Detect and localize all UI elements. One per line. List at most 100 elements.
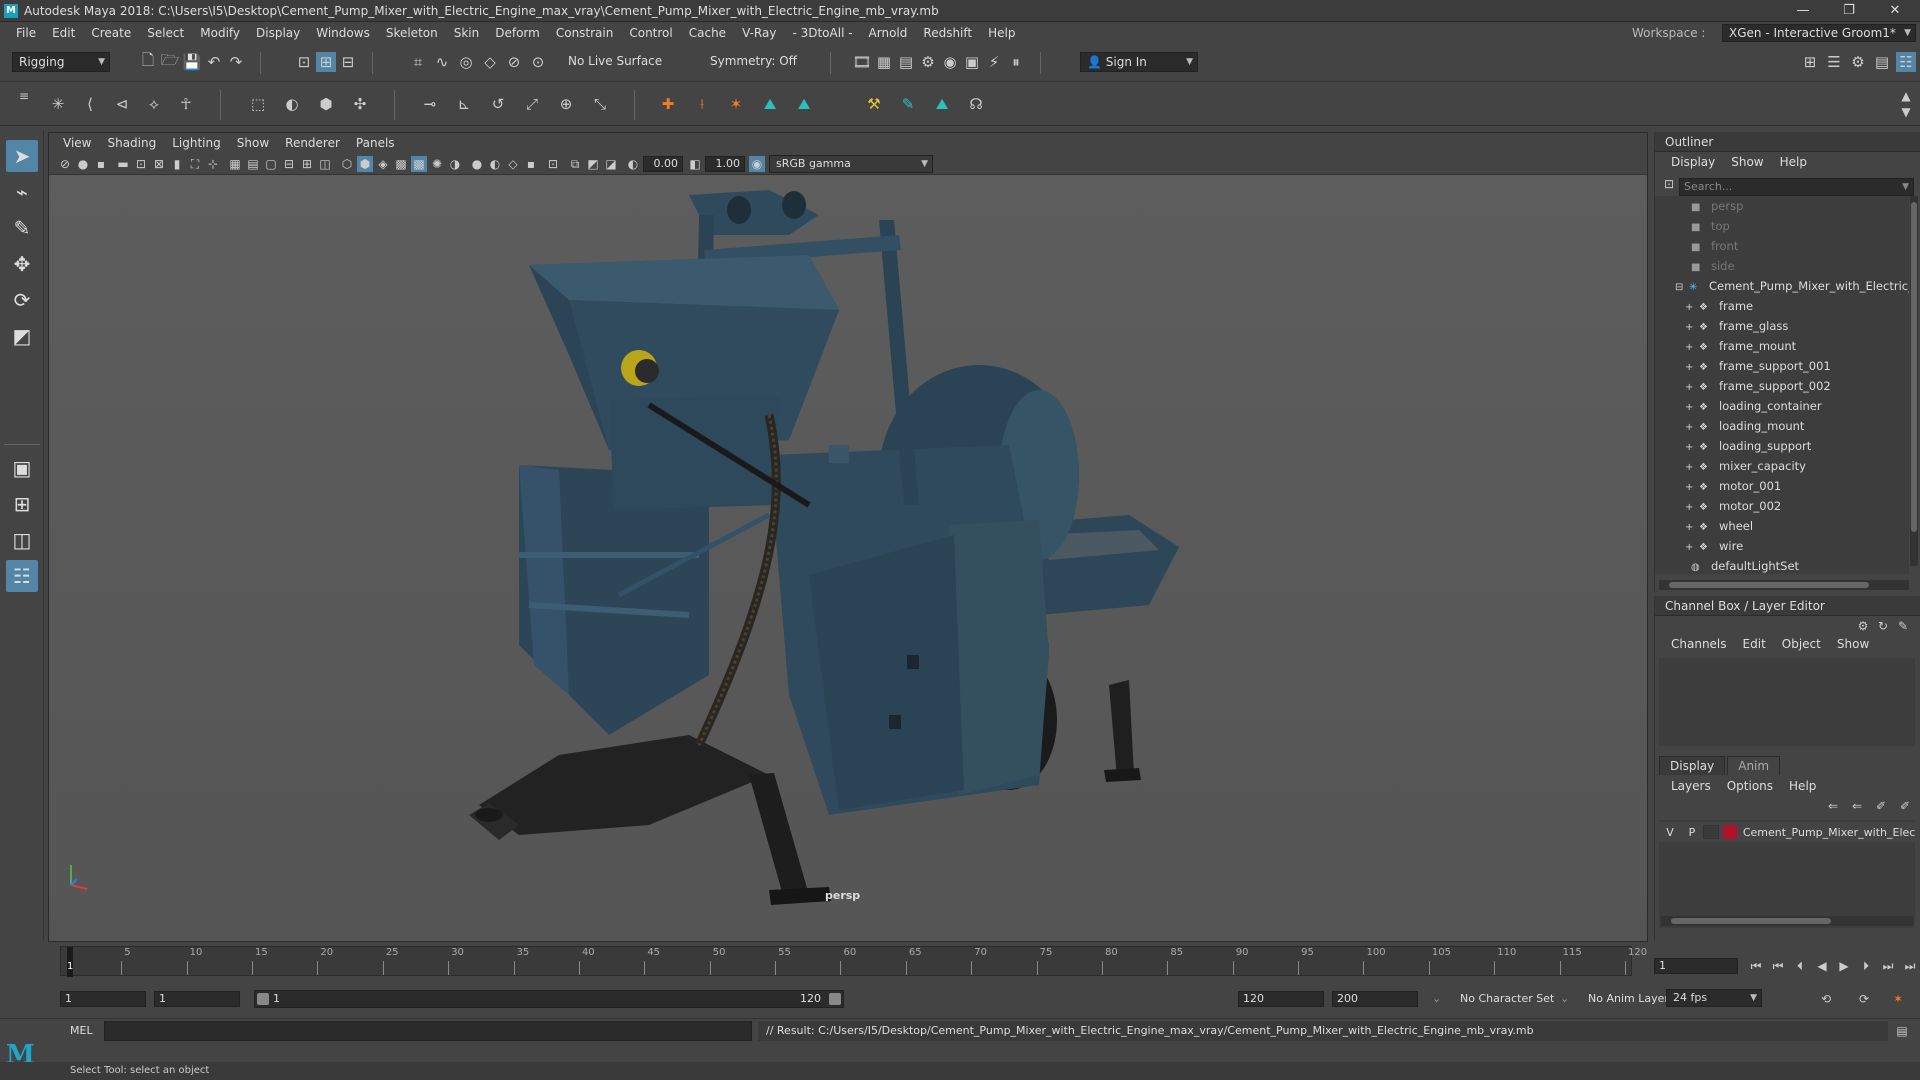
expand-icon[interactable]: +: [1685, 518, 1695, 538]
collapse-icon[interactable]: ⊟: [1675, 278, 1685, 298]
lattice-icon[interactable]: ⬢: [316, 94, 336, 114]
ambient-occlusion-icon[interactable]: ◑: [447, 156, 463, 172]
joint-tool-icon[interactable]: ✳: [48, 94, 68, 114]
paint-select-tool-icon[interactable]: ✎: [6, 212, 38, 244]
vp-menu-shading[interactable]: Shading: [99, 136, 164, 150]
cb-menu-object[interactable]: Object: [1774, 637, 1829, 651]
heads-up-icon[interactable]: ▤: [245, 156, 261, 172]
gate-mask-icon[interactable]: ⊠: [151, 156, 167, 172]
color-management-icon[interactable]: ◉: [749, 156, 765, 172]
save-scene-icon[interactable]: 💾: [182, 52, 202, 72]
paint-weights-icon[interactable]: ◐: [282, 94, 302, 114]
script-editor-icon[interactable]: ▤: [1894, 1023, 1910, 1039]
xray-active-icon[interactable]: ◫: [317, 156, 333, 172]
outliner-menu-show[interactable]: Show: [1723, 155, 1771, 169]
anim-layer-dropdown[interactable]: No Anim Layer: [1588, 992, 1669, 1005]
film-gate-icon[interactable]: ▬: [115, 156, 131, 172]
lasso-tool-icon[interactable]: ⌁: [6, 176, 38, 208]
channel-box-refresh-icon[interactable]: ↻: [1875, 618, 1891, 634]
scrollbar-thumb[interactable]: [1669, 582, 1869, 588]
outliner-item-loading-container[interactable]: + ❖ loading_container: [1685, 396, 1822, 416]
shadows-icon[interactable]: ✺: [429, 156, 445, 172]
exposure-field[interactable]: 0.00: [643, 156, 683, 172]
select-object-icon[interactable]: ⊞: [316, 52, 336, 72]
select-hierarchy-icon[interactable]: ⊡: [294, 52, 314, 72]
outliner-item-frame-mount[interactable]: + ❖ frame_mount: [1685, 336, 1796, 356]
shelf-scroll-down-icon[interactable]: ▼: [1898, 104, 1914, 120]
blend-shape-icon[interactable]: ⚒: [864, 94, 884, 114]
menu-file[interactable]: File: [8, 26, 44, 40]
animation-preferences-icon[interactable]: ✶: [1890, 991, 1906, 1007]
step-back-key-icon[interactable]: ⏮: [1770, 958, 1786, 974]
resolution-gate-icon[interactable]: ⊡: [133, 156, 149, 172]
outliner-item-wire[interactable]: + ❖ wire: [1685, 536, 1743, 556]
safe-title-icon[interactable]: ⊹: [205, 156, 221, 172]
outliner-filter-icon[interactable]: ⊡: [1661, 176, 1677, 192]
smooth-shade-icon[interactable]: ⬢: [357, 156, 373, 172]
render-view-icon[interactable]: ▦: [874, 52, 894, 72]
parent-constraint-icon[interactable]: ⊕: [556, 94, 576, 114]
shelf-menu-icon[interactable]: ≡: [16, 88, 32, 104]
orient-constraint-icon[interactable]: ↺: [488, 94, 508, 114]
snap-point-icon[interactable]: ◎: [456, 52, 476, 72]
bookmark-icon[interactable]: ●: [75, 156, 91, 172]
outliner-toggle-icon[interactable]: ☷: [1896, 52, 1916, 72]
expand-icon[interactable]: +: [1685, 378, 1695, 398]
current-frame-field[interactable]: 1: [1654, 958, 1738, 974]
channel-box-toggle-icon[interactable]: ▤: [1872, 52, 1892, 72]
outliner-vertical-scrollbar[interactable]: [1910, 196, 1918, 566]
vp-menu-lighting[interactable]: Lighting: [164, 136, 229, 150]
wireframe-on-shaded-icon[interactable]: ◈: [375, 156, 391, 172]
point-constraint-icon[interactable]: ⊸: [420, 94, 440, 114]
outliner-menu-display[interactable]: Display: [1663, 155, 1723, 169]
menu-create[interactable]: Create: [83, 26, 139, 40]
gamma-icon[interactable]: ◧: [687, 156, 703, 172]
new-scene-icon[interactable]: 🗋: [138, 51, 158, 72]
image-plane-icon[interactable]: ▪: [93, 156, 109, 172]
xray-joints-icon[interactable]: ⊞: [299, 156, 315, 172]
layer-menu-options[interactable]: Options: [1719, 779, 1781, 793]
menu-select[interactable]: Select: [139, 26, 192, 40]
channel-box-edit-icon[interactable]: ✎: [1895, 618, 1911, 634]
vp-menu-view[interactable]: View: [55, 136, 99, 150]
depth-of-field-icon[interactable]: ◇: [505, 156, 521, 172]
script-language-toggle[interactable]: MEL: [70, 1024, 93, 1037]
persp-outliner-layout-icon[interactable]: ◫: [6, 524, 38, 556]
insert-joint-icon[interactable]: ⟡: [144, 94, 164, 114]
camera-select-icon[interactable]: ⧉: [567, 156, 583, 172]
range-end-handle[interactable]: [829, 993, 841, 1005]
expand-icon[interactable]: +: [1685, 418, 1695, 438]
select-component-icon[interactable]: ⊟: [338, 52, 358, 72]
menu-constrain[interactable]: Constrain: [548, 26, 622, 40]
cb-menu-show[interactable]: Show: [1829, 637, 1877, 651]
move-layer-down-icon[interactable]: ⇐: [1849, 798, 1865, 814]
expand-icon[interactable]: +: [1685, 338, 1695, 358]
scrollbar-thumb[interactable]: [1911, 202, 1917, 532]
command-input[interactable]: [104, 1021, 752, 1041]
range-start-handle[interactable]: [257, 993, 269, 1005]
menu-redshift[interactable]: Redshift: [915, 26, 980, 40]
snap-pivot-icon[interactable]: ⊙: [528, 52, 548, 72]
expand-icon[interactable]: +: [1685, 478, 1695, 498]
outliner-item-persp[interactable]: ■ persp: [1691, 196, 1743, 216]
select-tool-icon[interactable]: ➤: [6, 140, 38, 172]
wrap-deformer-icon[interactable]: ✎: [898, 94, 918, 114]
expand-icon[interactable]: +: [1685, 358, 1695, 378]
camera-attributes-icon[interactable]: ⊘: [57, 156, 73, 172]
outliner-item-front[interactable]: ■ front: [1691, 236, 1738, 256]
gamma-field[interactable]: 1.00: [705, 156, 745, 172]
outliner-item-default-light-set[interactable]: ◍ defaultLightSet: [1691, 556, 1799, 574]
outliner-item-loading-support[interactable]: + ❖ loading_support: [1685, 436, 1811, 456]
new-layer-icon[interactable]: ✐: [1897, 798, 1913, 814]
vp-menu-renderer[interactable]: Renderer: [277, 136, 348, 150]
vray-ipr-icon[interactable]: ⚡: [984, 52, 1004, 72]
outliner-item-motor-002[interactable]: + ❖ motor_002: [1685, 496, 1781, 516]
render-frame-icon[interactable]: 🎞: [852, 52, 872, 72]
go-to-end-icon[interactable]: ⏭: [1902, 958, 1918, 974]
menu-arnold[interactable]: Arnold: [861, 26, 916, 40]
expand-icon[interactable]: +: [1685, 298, 1695, 318]
playback-end-field[interactable]: 120: [1238, 991, 1324, 1007]
menu-skin[interactable]: Skin: [446, 26, 488, 40]
snap-grid-icon[interactable]: ⌗: [408, 52, 428, 72]
tab-anim[interactable]: Anim: [1727, 756, 1781, 775]
